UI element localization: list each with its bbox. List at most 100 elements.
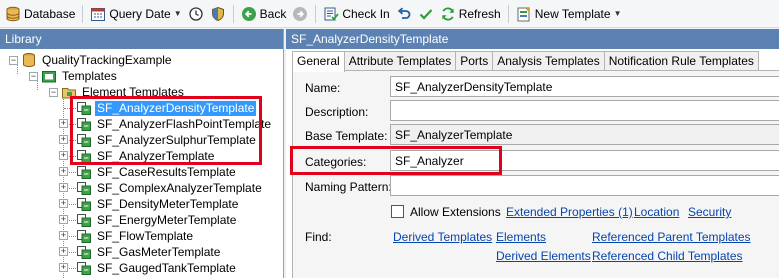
name-label: Name:	[305, 81, 341, 95]
chevron-down-icon[interactable]: ▼	[174, 9, 182, 18]
database-label: Database	[24, 6, 76, 21]
naming-pattern-label: Naming Pattern:	[305, 180, 392, 194]
apply-button[interactable]	[415, 3, 437, 25]
tree-node-label: Templates	[62, 68, 117, 83]
toolbar-separator	[315, 4, 317, 23]
categories-field[interactable]: SF_Analyzer	[390, 150, 779, 171]
allow-extensions-checkbox[interactable]	[391, 205, 404, 218]
templates-folder-icon	[42, 71, 56, 83]
database-icon	[6, 6, 20, 21]
library-tree: − QualityTrackingExample − Templates − E…	[0, 49, 283, 278]
element-template-icon	[77, 246, 91, 259]
tree-node-element-template[interactable]: SF_ComplexAnalyzerTemplate	[76, 180, 264, 196]
tab-notification-rule-templates[interactable]: Notification Rule Templates	[603, 51, 759, 71]
elements-link[interactable]: Elements	[496, 230, 546, 244]
tab-attribute-templates[interactable]: Attribute Templates	[343, 51, 457, 71]
security-link[interactable]: Security	[688, 205, 731, 219]
detail-tabs: General Attribute Templates Ports Analys…	[292, 51, 759, 72]
derived-templates-link[interactable]: Derived Templates	[393, 230, 492, 244]
refresh-button[interactable]: Refresh	[437, 3, 504, 25]
expand-toggle[interactable]: +	[59, 183, 68, 192]
expand-toggle[interactable]: +	[59, 215, 68, 224]
collapse-toggle[interactable]: −	[9, 55, 18, 65]
description-field[interactable]	[390, 100, 779, 121]
check-in-label: Check In	[342, 6, 390, 21]
element-template-icon	[77, 150, 91, 163]
derived-elements-link[interactable]: Derived Elements	[496, 249, 591, 263]
back-button[interactable]: Back	[238, 3, 290, 25]
library-header: Library	[0, 29, 283, 49]
naming-pattern-field[interactable]	[390, 175, 779, 196]
referenced-parent-templates-link[interactable]: Referenced Parent Templates	[592, 230, 751, 244]
tab-analysis-templates[interactable]: Analysis Templates	[492, 51, 605, 71]
tree-node-label: SF_GasMeterTemplate	[97, 244, 221, 259]
check-in-button[interactable]: Check In	[320, 3, 392, 25]
query-date-button[interactable]: Query Date ▼	[87, 3, 184, 25]
tree-node-label: SF_GaugedTankTemplate	[97, 260, 236, 275]
query-date-label: Query Date	[109, 6, 171, 21]
chevron-down-icon[interactable]: ▼	[614, 9, 622, 18]
tab-ports[interactable]: Ports	[455, 51, 494, 71]
tree-connector	[64, 108, 76, 109]
detail-header: SF_AnalyzerDensityTemplate	[286, 29, 779, 49]
new-template-button[interactable]: New Template ▼	[513, 3, 625, 25]
toolbar-separator	[82, 4, 84, 23]
base-template-field: SF_AnalyzerTemplate	[390, 124, 779, 145]
tree-node-element-templates[interactable]: − Element Templates	[49, 84, 186, 100]
element-template-icon	[77, 214, 91, 227]
tree-node-element-template[interactable]: SF_GaugedTankTemplate	[76, 260, 238, 276]
template-detail-pane: SF_AnalyzerDensityTemplate General Attri…	[286, 29, 779, 278]
element-template-icon	[77, 230, 91, 243]
tree-node-element-template[interactable]: SF_GasMeterTemplate	[76, 244, 222, 260]
clock-icon	[189, 6, 203, 21]
tree-node-element-template[interactable]: SF_AnalyzerSulphurTemplate	[76, 132, 258, 148]
tree-node-element-template[interactable]: SF_FlowTemplate	[76, 228, 195, 244]
tree-node-element-template[interactable]: SF_CaseResultsTemplate	[76, 164, 238, 180]
library-pane: Library − QualityTrackingExample − Templ…	[0, 29, 284, 278]
expand-toggle[interactable]: +	[59, 119, 68, 128]
tree-node-label: SF_AnalyzerDensityTemplate	[95, 100, 257, 116]
tree-node-label: Element Templates	[82, 84, 184, 99]
database-button[interactable]: Database	[2, 3, 78, 25]
tree-node-element-template[interactable]: SF_AnalyzerFlashPointTemplate	[76, 116, 273, 132]
allow-extensions-label: Allow Extensions	[410, 205, 501, 219]
description-label: Description:	[305, 105, 369, 119]
toolbar-separator	[232, 4, 234, 23]
refresh-icon	[441, 7, 454, 20]
toolbar-separator	[507, 4, 509, 23]
new-template-label: New Template	[534, 6, 611, 21]
tree-node-element-template[interactable]: SF_AnalyzerDensityTemplate	[76, 100, 257, 116]
undo-checkout-button[interactable]	[393, 3, 415, 25]
collapse-toggle[interactable]: −	[49, 87, 58, 97]
name-field[interactable]: SF_AnalyzerDensityTemplate	[390, 76, 779, 97]
expand-toggle[interactable]: +	[59, 263, 68, 272]
forward-button[interactable]	[289, 3, 311, 25]
tree-node-label: SF_FlowTemplate	[97, 228, 194, 243]
expand-toggle[interactable]: +	[59, 135, 68, 144]
undo-icon	[397, 7, 411, 19]
expand-toggle[interactable]: +	[59, 247, 68, 256]
tree-node-label: SF_CaseResultsTemplate	[97, 164, 236, 179]
check-in-icon	[324, 7, 340, 20]
tree-node-element-template[interactable]: SF_DensityMeterTemplate	[76, 196, 240, 212]
expand-toggle[interactable]: +	[59, 231, 68, 240]
expand-toggle[interactable]: +	[59, 199, 68, 208]
toolbar: Database Query Date ▼ Back Check In Refr…	[0, 0, 779, 28]
tree-node-element-template[interactable]: SF_AnalyzerTemplate	[76, 148, 216, 164]
history-button[interactable]	[185, 3, 207, 25]
referenced-child-templates-link[interactable]: Referenced Child Templates	[592, 249, 743, 263]
extended-properties-link[interactable]: Extended Properties (1)	[506, 205, 633, 219]
back-arrow-icon	[241, 6, 256, 21]
refresh-label: Refresh	[458, 6, 501, 21]
collapse-toggle[interactable]: −	[29, 71, 38, 81]
tree-node-element-template[interactable]: SF_EnergyMeterTemplate	[76, 212, 238, 228]
expand-toggle[interactable]: +	[59, 167, 68, 176]
base-template-label: Base Template:	[305, 129, 388, 143]
expand-toggle[interactable]: +	[59, 151, 68, 160]
new-template-icon	[517, 6, 530, 21]
location-link[interactable]: Location	[634, 205, 679, 219]
shield-button[interactable]	[207, 3, 229, 25]
tree-node-root[interactable]: − QualityTrackingExample	[9, 52, 174, 68]
tab-general[interactable]: General	[292, 51, 345, 72]
tree-node-templates[interactable]: − Templates	[29, 68, 119, 84]
